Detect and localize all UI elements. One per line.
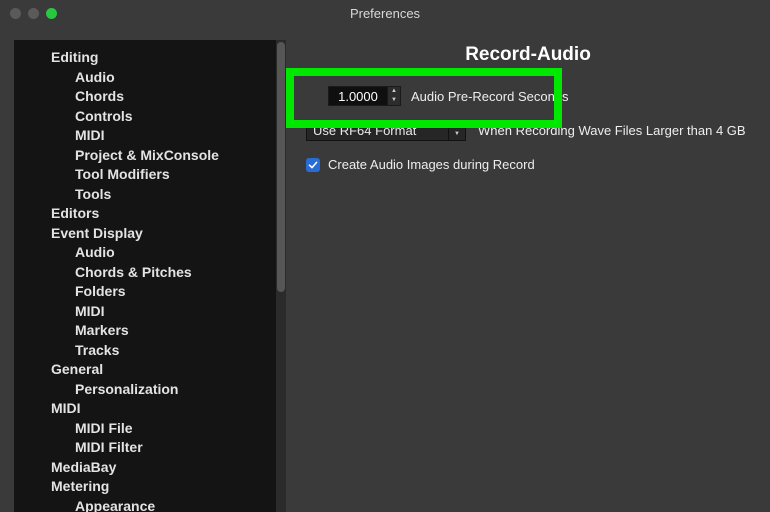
titlebar: Preferences xyxy=(0,0,770,26)
tree-item-label: Markers xyxy=(72,322,132,340)
window-body: EditingAudioChordsControlsMIDIProject & … xyxy=(0,26,770,512)
tree-item-label: MIDI File xyxy=(72,420,136,438)
window-controls xyxy=(10,8,57,19)
tree-item-label: Chords xyxy=(72,88,127,106)
tree-item-label: MIDI xyxy=(48,400,84,418)
tree-item-label: Tools xyxy=(72,186,114,204)
select-arrows-icon: ▲▼ xyxy=(448,121,465,140)
pre-record-label: Audio Pre-Record Seconds xyxy=(411,89,569,104)
tree-item[interactable]: Chords & Pitches xyxy=(14,263,276,283)
create-images-row: Create Audio Images during Record xyxy=(306,157,754,172)
tree-item[interactable]: Appearance xyxy=(14,497,276,512)
tree-item[interactable]: Markers xyxy=(14,321,276,341)
sidebar: EditingAudioChordsControlsMIDIProject & … xyxy=(14,40,286,512)
close-window-button[interactable] xyxy=(10,8,21,19)
content-panel: Record-Audio ▲ ▼ Audio Pre-Record Second… xyxy=(286,26,770,512)
tree-item-label: Tool Modifiers xyxy=(72,166,173,184)
create-images-checkbox[interactable] xyxy=(306,158,320,172)
tree-item-label: MediaBay xyxy=(48,459,119,477)
tree-item[interactable]: MIDI xyxy=(14,302,276,322)
tree-item[interactable]: General xyxy=(14,360,276,380)
tree-item[interactable]: Audio xyxy=(14,68,276,88)
tree-item-label: Project & MixConsole xyxy=(72,147,222,165)
tree-item[interactable]: MediaBay xyxy=(14,458,276,478)
panel-title: Record-Audio xyxy=(302,44,754,66)
tree-item-label: General xyxy=(48,361,106,379)
pre-record-stepper[interactable]: ▲ ▼ xyxy=(387,87,400,105)
tree-item-label: Folders xyxy=(72,283,129,301)
pre-record-input[interactable] xyxy=(329,87,387,105)
tree-item-label: Editing xyxy=(48,49,101,67)
tree-item-label: Event Display xyxy=(48,225,146,243)
tree-item[interactable]: MIDI File xyxy=(14,419,276,439)
tree-item[interactable]: Controls xyxy=(14,107,276,127)
tree-item-label: Metering xyxy=(48,478,112,496)
window-title: Preferences xyxy=(0,6,770,21)
tree-item-label: MIDI xyxy=(72,303,108,321)
zoom-window-button[interactable] xyxy=(46,8,57,19)
tree-item[interactable]: Personalization xyxy=(14,380,276,400)
checkmark-icon xyxy=(308,160,318,170)
tree-item-label: Tracks xyxy=(72,342,122,360)
minimize-window-button[interactable] xyxy=(28,8,39,19)
tree-item-label: Personalization xyxy=(72,381,181,399)
tree-item[interactable]: Tool Modifiers xyxy=(14,165,276,185)
sidebar-scrollbar-thumb[interactable] xyxy=(277,42,285,292)
tree-item[interactable]: MIDI xyxy=(14,126,276,146)
stepper-up-icon[interactable]: ▲ xyxy=(388,87,400,96)
tree-item-label: Controls xyxy=(72,108,136,126)
tree-item[interactable]: Editors xyxy=(14,204,276,224)
sidebar-scrollbar-track[interactable] xyxy=(276,40,286,512)
tree-item-label: Audio xyxy=(72,69,118,87)
tree-item[interactable]: MIDI Filter xyxy=(14,438,276,458)
tree-item[interactable]: Editing xyxy=(14,48,276,68)
create-images-label: Create Audio Images during Record xyxy=(328,157,535,172)
tree-item-label: Appearance xyxy=(72,498,158,512)
tree-item[interactable]: MIDI xyxy=(14,399,276,419)
preferences-tree[interactable]: EditingAudioChordsControlsMIDIProject & … xyxy=(14,40,276,512)
tree-item[interactable]: Folders xyxy=(14,282,276,302)
wave-format-row: Use RF64 Format ▲▼ When Recording Wave F… xyxy=(306,120,754,141)
tree-item-label: Editors xyxy=(48,205,102,223)
tree-item-label: MIDI Filter xyxy=(72,439,146,457)
tree-item[interactable]: Metering xyxy=(14,477,276,497)
pre-record-field[interactable]: ▲ ▼ xyxy=(328,86,401,106)
wave-format-select[interactable]: Use RF64 Format ▲▼ xyxy=(306,120,466,141)
tree-item-label: Chords & Pitches xyxy=(72,264,195,282)
pre-record-row: ▲ ▼ Audio Pre-Record Seconds xyxy=(328,86,754,106)
tree-item[interactable]: Tools xyxy=(14,185,276,205)
tree-item[interactable]: Event Display xyxy=(14,224,276,244)
stepper-down-icon[interactable]: ▼ xyxy=(388,96,400,105)
wave-format-value: Use RF64 Format xyxy=(307,123,448,138)
tree-item[interactable]: Audio xyxy=(14,243,276,263)
tree-item-label: MIDI xyxy=(72,127,108,145)
tree-item[interactable]: Project & MixConsole xyxy=(14,146,276,166)
tree-item-label: Audio xyxy=(72,244,118,262)
tree-item[interactable]: Tracks xyxy=(14,341,276,361)
tree-item[interactable]: Chords xyxy=(14,87,276,107)
wave-format-label: When Recording Wave Files Larger than 4 … xyxy=(478,123,746,138)
